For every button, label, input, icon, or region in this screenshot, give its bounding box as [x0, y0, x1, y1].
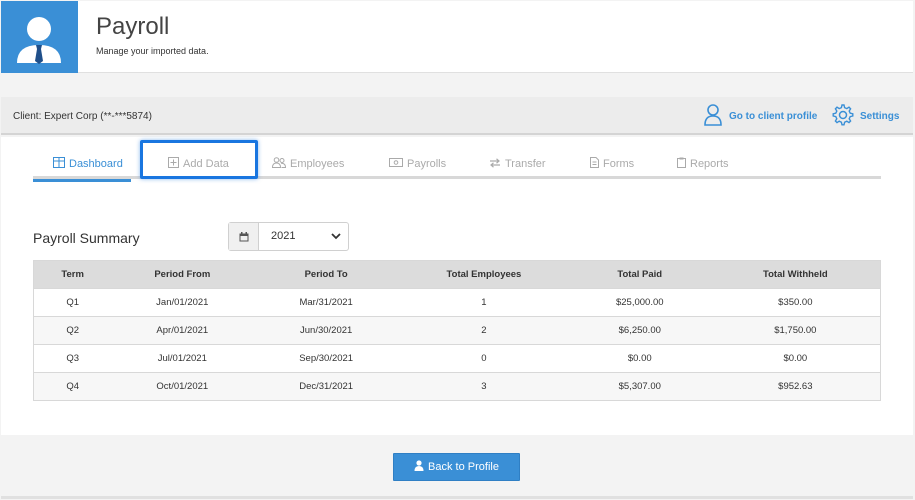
client-label: Client: Expert Corp (**-***5874)	[13, 111, 152, 122]
tab-label: Forms	[603, 158, 635, 170]
tab-transfer[interactable]: Transfer	[489, 149, 546, 179]
calendar-icon	[229, 223, 259, 250]
summary-title: Payroll Summary	[33, 230, 140, 246]
tab-label: Payrolls	[407, 158, 447, 170]
tab-payrolls[interactable]: Payrolls	[389, 149, 446, 179]
client-bar: Client: Expert Corp (**-***5874) Go to c…	[1, 97, 913, 135]
cell-period-from: Apr/01/2021	[111, 316, 254, 345]
active-tab-indicator	[33, 179, 131, 182]
cell-total-paid: $5,307.00	[568, 372, 711, 401]
go-to-client-profile-link[interactable]: Go to client profile	[703, 103, 818, 129]
cell-total-paid: $6,250.00	[568, 316, 711, 345]
tab-reports[interactable]: Reports	[677, 149, 729, 179]
cell-total-withheld: $0.00	[710, 344, 881, 373]
page-title: Payroll	[96, 13, 170, 40]
cell-period-to: Jun/30/2021	[253, 316, 400, 345]
user-icon	[414, 460, 424, 474]
money-icon	[389, 158, 403, 170]
gear-icon	[832, 103, 854, 129]
page-header: Payroll Manage your imported data.	[1, 1, 913, 73]
tab-label: Dashboard	[69, 158, 123, 170]
profile-link-label: Go to client profile	[729, 110, 818, 122]
chevron-down-icon	[324, 223, 348, 250]
settings-link-label: Settings	[860, 110, 900, 122]
cell-term: Q3	[33, 344, 112, 373]
cell-period-to: Sep/30/2021	[253, 344, 400, 373]
year-select-value: 2021	[271, 230, 296, 242]
tab-add-data[interactable]: Add Data	[168, 149, 229, 179]
column-header-period-from: Period From	[111, 260, 254, 289]
cell-period-from: Oct/01/2021	[111, 372, 254, 401]
tab-employees[interactable]: Employees	[271, 149, 345, 179]
users-icon	[271, 157, 287, 171]
payroll-summary-table: Term Period From Period To Total Employe…	[33, 260, 881, 401]
cell-total-paid: $25,000.00	[568, 288, 711, 317]
column-header-term: Term	[33, 260, 112, 289]
cell-total-withheld: $1,750.00	[710, 316, 881, 345]
back-to-profile-label: Back to Profile	[428, 461, 499, 473]
cell-period-from: Jan/01/2021	[111, 288, 254, 317]
user-tie-icon	[1, 1, 78, 73]
settings-link[interactable]: Settings	[832, 103, 900, 129]
cell-term: Q2	[33, 316, 112, 345]
cell-total-paid: $0.00	[568, 344, 711, 373]
cell-total-employees: 3	[399, 372, 569, 401]
cell-total-employees: 2	[399, 316, 569, 345]
column-header-total-paid: Total Paid	[568, 260, 711, 289]
cell-total-withheld: $350.00	[710, 288, 881, 317]
table-row: Q1 Jan/01/2021 Mar/31/2021 1 $25,000.00 …	[33, 288, 881, 317]
table-row: Q2 Apr/01/2021 Jun/30/2021 2 $6,250.00 $…	[33, 316, 881, 345]
user-outline-icon	[703, 103, 723, 129]
cell-total-employees: 0	[399, 344, 569, 373]
table-row: Q4 Oct/01/2021 Dec/31/2021 3 $5,307.00 $…	[33, 372, 881, 401]
file-icon	[590, 157, 599, 171]
tab-dashboard[interactable]: Dashboard	[53, 149, 123, 179]
back-to-profile-button[interactable]: Back to Profile	[393, 453, 520, 481]
cell-period-to: Dec/31/2021	[253, 372, 400, 401]
column-header-period-to: Period To	[253, 260, 400, 289]
exchange-icon	[489, 157, 501, 171]
year-select[interactable]: 2021	[228, 222, 349, 251]
cell-period-to: Mar/31/2021	[253, 288, 400, 317]
tab-label: Reports	[690, 158, 729, 170]
column-header-total-withheld: Total Withheld	[710, 260, 881, 289]
table-header-row: Term Period From Period To Total Employe…	[33, 260, 881, 289]
page-subtitle: Manage your imported data.	[96, 46, 209, 56]
tab-label: Transfer	[505, 158, 546, 170]
tab-forms[interactable]: Forms	[590, 149, 634, 179]
cell-period-from: Jul/01/2021	[111, 344, 254, 373]
tab-label: Add Data	[183, 158, 229, 170]
tab-label: Employees	[290, 158, 345, 170]
cell-total-withheld: $952.63	[710, 372, 881, 401]
cell-term: Q4	[33, 372, 112, 401]
column-header-total-employees: Total Employees	[399, 260, 569, 289]
dashboard-panel: Dashboard Add Data Employees Payrolls Tr…	[1, 137, 913, 435]
table-row: Q3 Jul/01/2021 Sep/30/2021 0 $0.00 $0.00	[33, 344, 881, 373]
cell-total-employees: 1	[399, 288, 569, 317]
plus-square-icon	[168, 157, 179, 171]
divider	[1, 496, 913, 499]
cell-term: Q1	[33, 288, 112, 317]
tab-bar: Dashboard Add Data Employees Payrolls Tr…	[33, 149, 881, 182]
clipboard-icon	[677, 157, 686, 171]
table-icon	[53, 157, 65, 171]
